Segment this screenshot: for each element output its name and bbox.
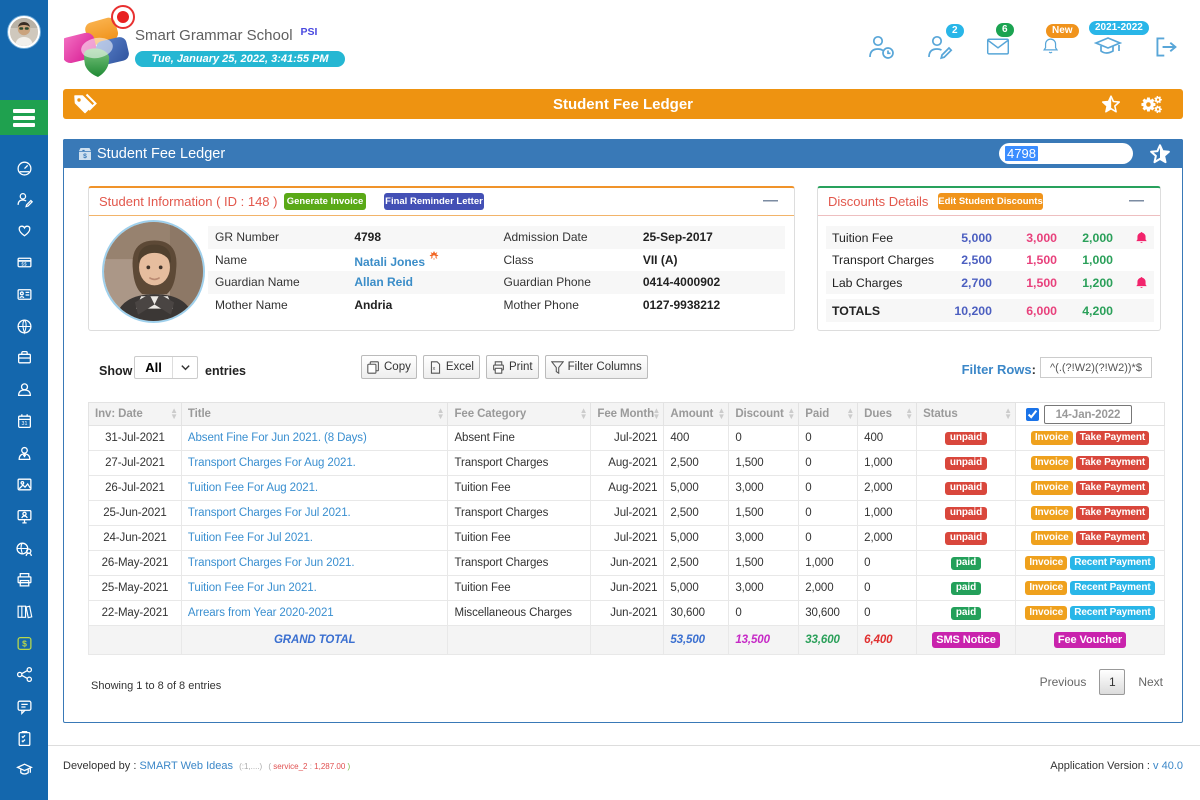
svg-text:$: $ [83,153,87,160]
svg-text:$: $ [22,638,27,648]
svg-text:$$: $$ [21,262,27,268]
svg-text:31: 31 [21,421,27,427]
svg-text:x: x [432,365,435,371]
